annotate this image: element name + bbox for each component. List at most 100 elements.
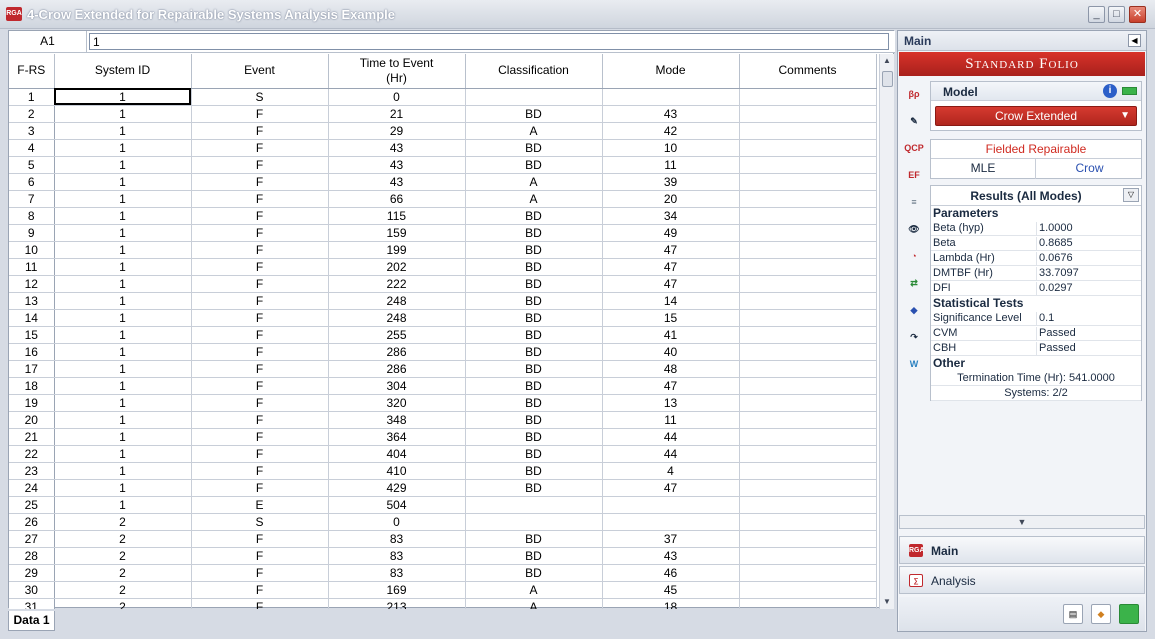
grid-cell[interactable]: 410	[328, 462, 466, 480]
grid-cell[interactable]: 2	[54, 513, 192, 531]
grid-cell[interactable]: 504	[328, 496, 466, 514]
grid-cell[interactable]: 1	[54, 88, 192, 106]
grid-cell[interactable]: 1	[54, 139, 192, 157]
grid-cell[interactable]: 29	[328, 122, 466, 140]
grid-cell[interactable]: 1	[54, 105, 192, 123]
grid-cell[interactable]: BD	[465, 343, 603, 361]
grid-cell[interactable]: 1	[54, 309, 192, 327]
row-number[interactable]: 28	[9, 547, 55, 565]
grid-cell[interactable]: F	[191, 173, 329, 191]
grid-cell[interactable]: BD	[465, 292, 603, 310]
grid-cell[interactable]: F	[191, 224, 329, 242]
grid-cell[interactable]: A	[465, 122, 603, 140]
grid-cell[interactable]	[739, 394, 877, 412]
transfer-icon[interactable]: ⇄	[903, 272, 925, 294]
grid-cell[interactable]: 248	[328, 292, 466, 310]
column-header[interactable]: Event	[191, 54, 329, 89]
grid-cell[interactable]: 2	[54, 530, 192, 548]
row-number[interactable]: 17	[9, 360, 55, 378]
grid-cell[interactable]: 1	[54, 207, 192, 225]
grid-cell[interactable]: 43	[602, 105, 740, 123]
grid-cell[interactable]: 159	[328, 224, 466, 242]
grid-cell[interactable]: 39	[602, 173, 740, 191]
grid-cell[interactable]: 47	[602, 377, 740, 395]
grid-cell[interactable]: 43	[602, 547, 740, 565]
minimize-button[interactable]: _	[1088, 6, 1105, 23]
grid-cell[interactable]: 43	[328, 156, 466, 174]
grid-cell[interactable]	[739, 173, 877, 191]
row-number[interactable]: 29	[9, 564, 55, 582]
grid-cell[interactable]: F	[191, 411, 329, 429]
grid-cell[interactable]	[602, 513, 740, 531]
grid-cell[interactable]: F	[191, 581, 329, 599]
grid-cell[interactable]: 1	[54, 343, 192, 361]
grid-cell[interactable]: 255	[328, 326, 466, 344]
row-number[interactable]: 19	[9, 394, 55, 412]
nav-analysis-button[interactable]: ∑ Analysis	[899, 566, 1145, 594]
grid-cell[interactable]: BD	[465, 275, 603, 293]
grid-cell[interactable]: 41	[602, 326, 740, 344]
plot-icon[interactable]: ✎	[903, 110, 925, 132]
row-number[interactable]: 11	[9, 258, 55, 276]
grid-cell[interactable]: 66	[328, 190, 466, 208]
grid-cell[interactable]: 15	[602, 309, 740, 327]
row-number[interactable]: 10	[9, 241, 55, 259]
grid-cell[interactable]: A	[465, 173, 603, 191]
grid-cell[interactable]: 1	[54, 411, 192, 429]
row-number[interactable]: 21	[9, 428, 55, 446]
grid-cell[interactable]: 348	[328, 411, 466, 429]
grid-cell[interactable]: 49	[602, 224, 740, 242]
results-dropdown-icon[interactable]: ▽	[1123, 188, 1139, 202]
grid-cell[interactable]: 2	[54, 547, 192, 565]
grid-cell[interactable]	[739, 105, 877, 123]
row-number[interactable]: 9	[9, 224, 55, 242]
grid-cell[interactable]	[739, 207, 877, 225]
grid-cell[interactable]	[739, 598, 877, 609]
grid-cell[interactable]: 1	[54, 360, 192, 378]
grid-cell[interactable]: 115	[328, 207, 466, 225]
grid-cell[interactable]: F	[191, 428, 329, 446]
grid-cell[interactable]	[739, 462, 877, 480]
grid-cell[interactable]: F	[191, 292, 329, 310]
grid-cell[interactable]: F	[191, 258, 329, 276]
row-number[interactable]: 26	[9, 513, 55, 531]
grid-cell[interactable]: 248	[328, 309, 466, 327]
grid-cell[interactable]: A	[465, 581, 603, 599]
row-number[interactable]: 30	[9, 581, 55, 599]
grid-cell[interactable]: 169	[328, 581, 466, 599]
grid-cell[interactable]: F	[191, 343, 329, 361]
green-bar-icon[interactable]	[1122, 87, 1137, 95]
row-number[interactable]: 12	[9, 275, 55, 293]
grid-cell[interactable]: 1	[54, 394, 192, 412]
row-number[interactable]: 8	[9, 207, 55, 225]
row-number[interactable]: 7	[9, 190, 55, 208]
grid-cell[interactable]: BD	[465, 105, 603, 123]
row-number[interactable]: 22	[9, 445, 55, 463]
grid-cell[interactable]: F	[191, 462, 329, 480]
grid-cell[interactable]: 21	[328, 105, 466, 123]
grid-cell[interactable]	[465, 513, 603, 531]
grid-cell[interactable]: 1	[54, 462, 192, 480]
grid-cell[interactable]: BD	[465, 411, 603, 429]
row-number[interactable]: 3	[9, 122, 55, 140]
panel-scroll-down-icon[interactable]: ▼	[899, 515, 1145, 529]
grid-cell[interactable]: 48	[602, 360, 740, 378]
grid-cell[interactable]	[739, 258, 877, 276]
grid-cell[interactable]: 404	[328, 445, 466, 463]
grid-cell[interactable]: F	[191, 207, 329, 225]
scroll-down-icon[interactable]: ▼	[882, 597, 892, 607]
grid-cell[interactable]: BD	[465, 241, 603, 259]
grid-cell[interactable]: 429	[328, 479, 466, 497]
grid-cell[interactable]: 0	[328, 88, 466, 106]
grid-cell[interactable]	[739, 513, 877, 531]
grid-cell[interactable]: A	[465, 190, 603, 208]
grid-cell[interactable]	[739, 88, 877, 106]
grid-cell[interactable]: BD	[465, 224, 603, 242]
grid-cell[interactable]: 83	[328, 547, 466, 565]
column-header[interactable]: Mode	[602, 54, 740, 89]
column-header[interactable]: Classification	[465, 54, 603, 89]
grid-cell[interactable]: BD	[465, 377, 603, 395]
grid-cell[interactable]: 20	[602, 190, 740, 208]
grid-cell[interactable]	[739, 190, 877, 208]
grid-cell[interactable]: F	[191, 156, 329, 174]
